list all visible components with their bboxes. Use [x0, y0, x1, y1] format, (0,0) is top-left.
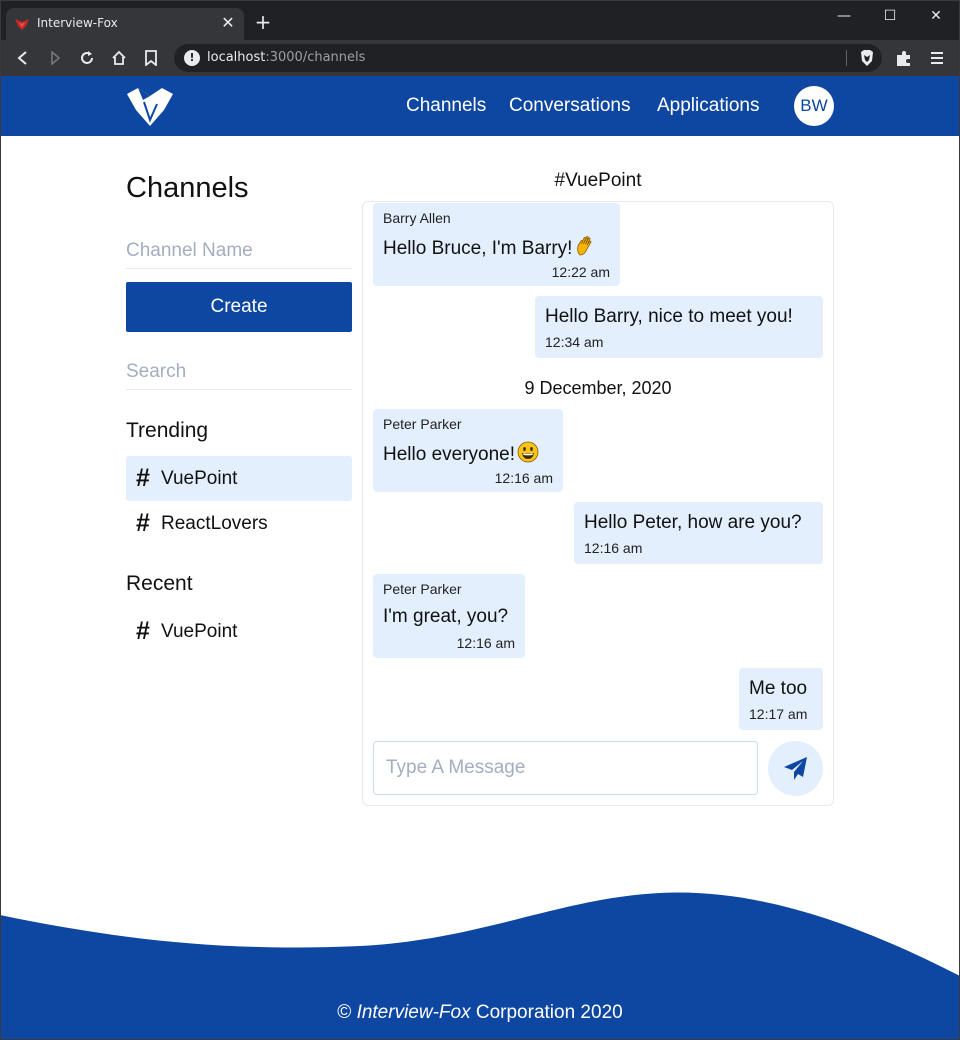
tab-title: Interview-Fox	[37, 16, 118, 30]
message-author: Barry Allen	[383, 210, 451, 226]
bookmark-icon[interactable]	[138, 45, 164, 71]
recent-channel-item-vuepoint[interactable]: # VuePoint	[126, 609, 352, 654]
message-text: Hello everyone!	[383, 441, 539, 466]
footer-copyright: © Interview-Fox Corporation 2020	[337, 1002, 623, 1023]
hash-icon: #	[136, 617, 150, 645]
brave-shield-icon[interactable]	[858, 49, 876, 67]
grinning-face-icon	[517, 441, 539, 463]
paper-plane-icon	[784, 757, 807, 780]
message-text: Hello Bruce, I'm Barry!	[383, 235, 596, 260]
home-icon[interactable]	[106, 45, 132, 71]
minimize-button[interactable]: —	[830, 6, 858, 26]
message-author: Peter Parker	[383, 416, 462, 432]
address-bar[interactable]: ! localhost:3000/channels	[174, 44, 882, 72]
app-header: Channels Conversations Applications BW	[0, 76, 960, 136]
channel-name: VuePoint	[161, 468, 238, 489]
chat-panel: Barry Allen Hello Bruce, I'm Barry! 12:2…	[362, 201, 834, 806]
url-text[interactable]: localhost:3000/channels	[207, 50, 365, 65]
tab-close-icon[interactable]: ✕	[218, 13, 238, 33]
fox-logo-icon[interactable]	[124, 84, 176, 128]
message-text: I'm great, you?	[383, 606, 509, 627]
message-author: Peter Parker	[383, 581, 462, 597]
message-bubble: Hello Peter, how are you? 12:16 am	[574, 502, 823, 564]
back-icon[interactable]	[10, 45, 36, 71]
message-bubble: Me too 12:17 am	[739, 668, 823, 730]
message-text: Hello Peter, how are you?	[584, 512, 802, 533]
chat-channel-title: #VuePoint	[554, 170, 642, 191]
channel-name-input[interactable]	[126, 233, 352, 269]
close-window-button[interactable]: ✕	[922, 6, 950, 26]
extensions-icon[interactable]	[894, 48, 914, 68]
browser-menu-icon[interactable]	[928, 48, 946, 68]
message-bubble: Peter Parker Hello everyone! 12:16 am	[373, 409, 563, 492]
page-title: Channels	[126, 172, 249, 204]
hash-icon: #	[136, 464, 150, 492]
message-text: Me too	[749, 678, 808, 699]
message-bubble: Barry Allen Hello Bruce, I'm Barry! 12:2…	[373, 203, 620, 286]
message-bubble: Hello Barry, nice to meet you! 12:34 am	[535, 296, 823, 358]
message-text: Hello Barry, nice to meet you!	[545, 306, 793, 327]
message-bubble: Peter Parker I'm great, you? 12:16 am	[373, 574, 525, 658]
recent-heading: Recent	[126, 572, 193, 595]
message-time: 12:16 am	[584, 540, 643, 556]
message-input[interactable]	[373, 741, 758, 795]
nav-conversations-link[interactable]: Conversations	[509, 95, 630, 117]
channel-name: VuePoint	[161, 621, 238, 642]
hash-icon: #	[136, 509, 150, 537]
fox-favicon-icon	[15, 19, 29, 30]
user-avatar[interactable]: BW	[794, 86, 834, 126]
trending-channel-item-vuepoint[interactable]: # VuePoint	[126, 456, 352, 501]
browser-tab[interactable]: Interview-Fox ✕	[6, 8, 244, 40]
browser-tabbar: Interview-Fox ✕ + — ☐ ✕	[0, 0, 960, 40]
trending-channel-item-reactlovers[interactable]: # ReactLovers	[126, 501, 352, 546]
new-tab-button[interactable]: +	[252, 11, 274, 33]
create-channel-button[interactable]: Create	[126, 282, 352, 332]
send-message-button[interactable]	[768, 741, 823, 796]
message-time: 12:17 am	[749, 706, 808, 722]
reload-icon[interactable]	[74, 45, 100, 71]
channel-search-input[interactable]	[126, 354, 352, 390]
nav-channels-link[interactable]: Channels	[406, 95, 486, 117]
channel-name: ReactLovers	[161, 513, 268, 534]
date-separator: 9 December, 2020	[524, 378, 672, 398]
message-time: 12:16 am	[494, 470, 553, 486]
site-info-icon[interactable]: !	[184, 50, 200, 66]
maximize-button[interactable]: ☐	[876, 6, 904, 26]
forward-icon[interactable]	[42, 45, 68, 71]
message-time: 12:34 am	[545, 334, 604, 350]
waving-hand-icon	[577, 236, 592, 256]
browser-toolbar: ! localhost:3000/channels	[0, 40, 960, 76]
message-time: 12:22 am	[551, 264, 610, 280]
address-divider	[846, 50, 847, 66]
message-time: 12:16 am	[456, 635, 515, 651]
nav-applications-link[interactable]: Applications	[657, 95, 759, 117]
trending-heading: Trending	[126, 419, 209, 442]
